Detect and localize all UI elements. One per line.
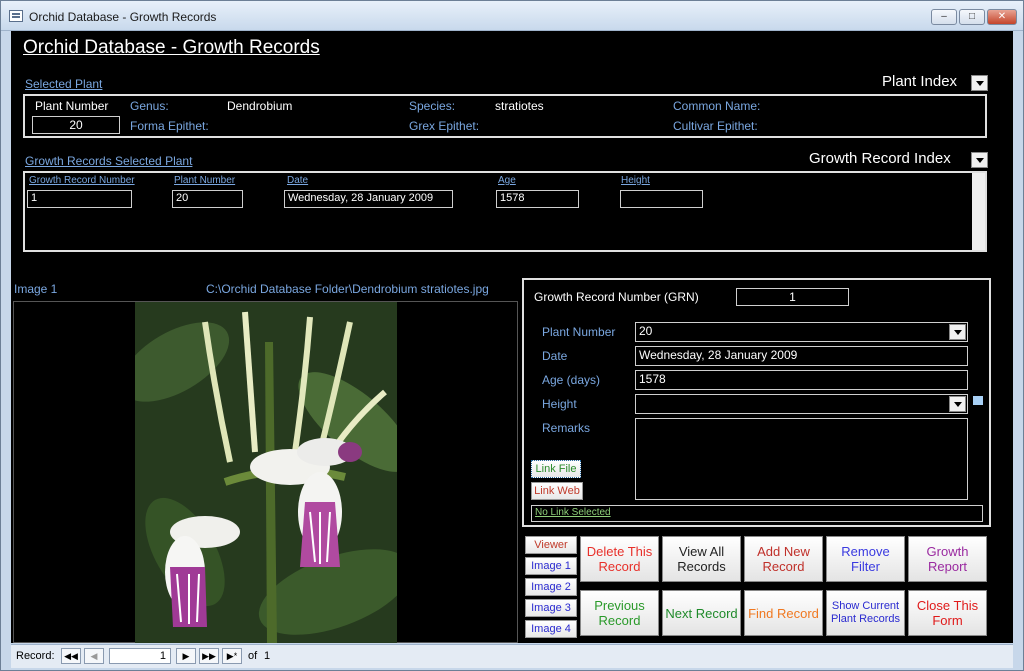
record-label: Record: bbox=[16, 650, 55, 662]
detail-date-label: Date bbox=[542, 349, 568, 363]
row-height[interactable] bbox=[620, 190, 703, 208]
viewer-button[interactable]: Viewer bbox=[525, 536, 577, 554]
grex-epithet-label: Grex Epithet: bbox=[409, 119, 480, 133]
selected-plant-panel: Plant Number 20 Genus: Dendrobium Forma … bbox=[23, 94, 987, 138]
detail-panel: Growth Record Number (GRN) 1 Plant Numbe… bbox=[522, 278, 991, 527]
maximize-button[interactable]: □ bbox=[959, 9, 985, 25]
orchid-photo[interactable] bbox=[135, 302, 397, 643]
species-label: Species: bbox=[409, 99, 456, 113]
row-age[interactable]: 1578 bbox=[496, 190, 579, 208]
link-status-field[interactable]: No Link Selected bbox=[531, 505, 983, 522]
link-web-button[interactable]: Link Web bbox=[531, 482, 583, 500]
height-dropdown-icon[interactable] bbox=[949, 396, 966, 412]
plant-number-dropdown-icon[interactable] bbox=[949, 324, 966, 340]
image-frame bbox=[13, 301, 518, 643]
detail-remarks-label: Remarks bbox=[542, 421, 591, 435]
row-grn[interactable]: 1 bbox=[27, 190, 132, 208]
close-window-button[interactable]: ✕ bbox=[987, 9, 1017, 25]
delete-record-button[interactable]: Delete This Record bbox=[580, 536, 659, 582]
col-height[interactable]: Height bbox=[621, 175, 650, 186]
new-record-icon[interactable]: ▶* bbox=[222, 648, 242, 664]
form-icon bbox=[9, 10, 23, 22]
row-plant-number[interactable]: 20 bbox=[172, 190, 243, 208]
col-growth-record-number[interactable]: Growth Record Number bbox=[29, 175, 135, 186]
application-window: Orchid Database - Growth Records – □ ✕ O… bbox=[0, 0, 1024, 671]
growth-record-index-dropdown[interactable] bbox=[971, 152, 988, 168]
row-date[interactable]: Wednesday, 28 January 2009 bbox=[284, 190, 453, 208]
cultivar-epithet-label: Cultivar Epithet: bbox=[673, 119, 758, 133]
form-title: Orchid Database - Growth Records bbox=[23, 37, 320, 58]
plant-number-label: Plant Number bbox=[35, 99, 109, 113]
link-file-button[interactable]: Link File bbox=[531, 460, 581, 478]
image-2-button[interactable]: Image 2 bbox=[525, 578, 577, 596]
first-record-icon[interactable]: ◀◀ bbox=[61, 648, 81, 664]
growth-records-subform: Growth Record Number Plant Number Date A… bbox=[23, 171, 987, 252]
detail-height-combo[interactable] bbox=[635, 394, 968, 414]
current-record-input[interactable]: 1 bbox=[109, 648, 171, 664]
image-3-button[interactable]: Image 3 bbox=[525, 599, 577, 617]
detail-plant-number-combo[interactable]: 20 bbox=[635, 322, 968, 342]
previous-record-icon[interactable]: ◀ bbox=[84, 648, 104, 664]
minimize-button[interactable]: – bbox=[931, 9, 957, 25]
view-all-records-button[interactable]: View All Records bbox=[662, 536, 741, 582]
records-scrollbar[interactable] bbox=[972, 173, 985, 250]
show-current-plant-records-button[interactable]: Show Current Plant Records bbox=[826, 590, 905, 636]
remove-filter-button[interactable]: Remove Filter bbox=[826, 536, 905, 582]
window-title: Orchid Database - Growth Records bbox=[29, 10, 217, 24]
selected-plant-label: Selected Plant bbox=[25, 77, 103, 91]
grn-value[interactable]: 1 bbox=[736, 288, 849, 306]
height-indicator bbox=[973, 396, 983, 405]
detail-plant-number-label: Plant Number bbox=[542, 325, 616, 339]
growth-records-form: Orchid Database - Growth Records Selecte… bbox=[11, 31, 1013, 643]
detail-age-field[interactable]: 1578 bbox=[635, 370, 968, 390]
common-name-label: Common Name: bbox=[673, 99, 761, 113]
forma-epithet-label: Forma Epithet: bbox=[130, 119, 209, 133]
genus-label: Genus: bbox=[130, 99, 169, 113]
record-navigation-bar: Record: ◀◀ ◀ 1 ▶ ▶▶ ▶* of 1 bbox=[11, 644, 1013, 668]
genus-value: Dendrobium bbox=[227, 99, 293, 113]
col-age[interactable]: Age bbox=[498, 175, 516, 186]
next-record-icon[interactable]: ▶ bbox=[176, 648, 196, 664]
title-bar: Orchid Database - Growth Records – □ ✕ bbox=[1, 1, 1023, 31]
image-path: C:\Orchid Database Folder\Dendrobium str… bbox=[206, 282, 489, 296]
species-value: stratiotes bbox=[495, 99, 544, 113]
col-date[interactable]: Date bbox=[287, 175, 308, 186]
grn-label: Growth Record Number (GRN) bbox=[534, 290, 699, 304]
plant-number-value[interactable]: 20 bbox=[32, 116, 120, 134]
detail-height-label: Height bbox=[542, 397, 577, 411]
image-4-button[interactable]: Image 4 bbox=[525, 620, 577, 638]
find-record-button[interactable]: Find Record bbox=[744, 590, 823, 636]
record-of-label: of bbox=[248, 650, 258, 662]
detail-date-field[interactable]: Wednesday, 28 January 2009 bbox=[635, 346, 968, 366]
record-total: 1 bbox=[264, 650, 271, 662]
detail-age-label: Age (days) bbox=[542, 373, 601, 387]
add-new-record-button[interactable]: Add New Record bbox=[744, 536, 823, 582]
growth-report-button[interactable]: Growth Report bbox=[908, 536, 987, 582]
plant-index-dropdown[interactable] bbox=[971, 75, 988, 91]
plant-index-label: Plant Index bbox=[882, 73, 958, 90]
next-record-button[interactable]: Next Record bbox=[662, 590, 741, 636]
growth-records-section-label: Growth Records Selected Plant bbox=[25, 154, 193, 168]
remarks-textarea[interactable] bbox=[635, 418, 968, 500]
image-1-button[interactable]: Image 1 bbox=[525, 557, 577, 575]
growth-record-index-label: Growth Record Index bbox=[809, 150, 951, 167]
close-form-button[interactable]: Close This Form bbox=[908, 590, 987, 636]
col-plant-number[interactable]: Plant Number bbox=[174, 175, 235, 186]
previous-record-button[interactable]: Previous Record bbox=[580, 590, 659, 636]
last-record-icon[interactable]: ▶▶ bbox=[199, 648, 219, 664]
image-label: Image 1 bbox=[14, 282, 58, 296]
